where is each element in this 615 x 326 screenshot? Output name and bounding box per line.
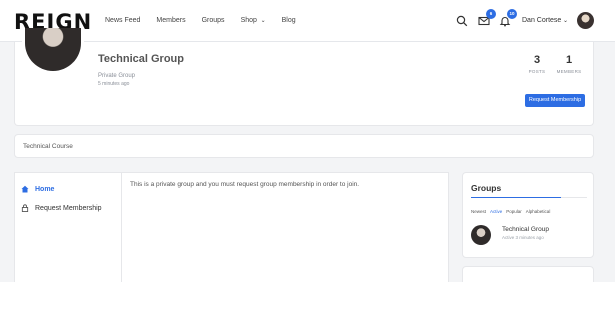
filter-newest[interactable]: Newest: [471, 209, 486, 214]
filter-alphabetical[interactable]: Alphabetical: [526, 209, 551, 214]
group-list-name[interactable]: Technical Group: [502, 226, 549, 233]
messages-badge: 6: [486, 9, 496, 19]
user-menu[interactable]: Dan Cortese ⌄: [522, 17, 568, 24]
group-type: Private Group: [98, 73, 136, 79]
group-list-meta: Active 3 minutes ago: [502, 235, 544, 240]
group-title: Technical Group: [98, 53, 184, 65]
request-membership-button[interactable]: Request Membership: [525, 94, 585, 107]
filter-active[interactable]: Active: [490, 209, 502, 214]
page-bottom-area: [0, 282, 615, 326]
posts-stat: 3 POSTS: [527, 54, 547, 74]
messages-icon[interactable]: 6: [478, 9, 496, 26]
nav-groups[interactable]: Groups: [202, 17, 225, 24]
top-navigation-bar: REIGN News Feed Members Groups Shop ⌄ Bl…: [0, 0, 615, 42]
posts-label: POSTS: [528, 69, 546, 74]
members-label: MEMBERS: [556, 69, 582, 74]
menu-item-home[interactable]: Home: [21, 185, 54, 193]
nav-shop-label: Shop: [240, 17, 257, 24]
widget-divider: [471, 197, 587, 198]
menu-item-label: Request Membership: [35, 204, 102, 212]
widget-title: Groups: [471, 183, 502, 193]
nav-members[interactable]: Members: [156, 17, 185, 24]
bell-icon[interactable]: 10: [499, 9, 517, 27]
search-icon[interactable]: [456, 14, 468, 27]
username: Dan Cortese: [522, 17, 562, 24]
group-main-content: This is a private group and you must req…: [121, 172, 449, 292]
group-description: Technical Course: [23, 143, 73, 150]
group-list-avatar[interactable]: [471, 225, 491, 245]
nav-news-feed[interactable]: News Feed: [105, 17, 140, 24]
posts-count: 3: [533, 54, 541, 66]
main-nav: News Feed Members Groups Shop ⌄ Blog: [105, 17, 312, 24]
members-count: 1: [565, 54, 573, 66]
group-last-active: 5 minutes ago: [98, 81, 130, 87]
home-icon: [21, 185, 29, 193]
chevron-down-icon: ⌄: [561, 18, 568, 24]
groups-widget: Groups Newest Active Popular Alphabetica…: [462, 172, 594, 258]
private-group-notice: This is a private group and you must req…: [130, 181, 360, 188]
menu-item-request-membership[interactable]: Request Membership: [21, 204, 102, 212]
widget-filters: Newest Active Popular Alphabetical: [471, 209, 550, 214]
group-description-card: Technical Course: [14, 134, 594, 158]
menu-item-label: Home: [35, 185, 55, 193]
avatar[interactable]: [577, 12, 594, 29]
lock-icon: [21, 204, 29, 212]
group-side-menu: Home Request Membership: [14, 172, 122, 292]
nav-shop[interactable]: Shop ⌄: [241, 17, 266, 24]
filter-popular[interactable]: Popular: [506, 209, 522, 214]
members-stat: 1 MEMBERS: [556, 54, 582, 74]
nav-blog[interactable]: Blog: [282, 17, 296, 24]
chevron-down-icon: ⌄: [258, 18, 266, 24]
notifications-badge: 10: [507, 9, 517, 19]
